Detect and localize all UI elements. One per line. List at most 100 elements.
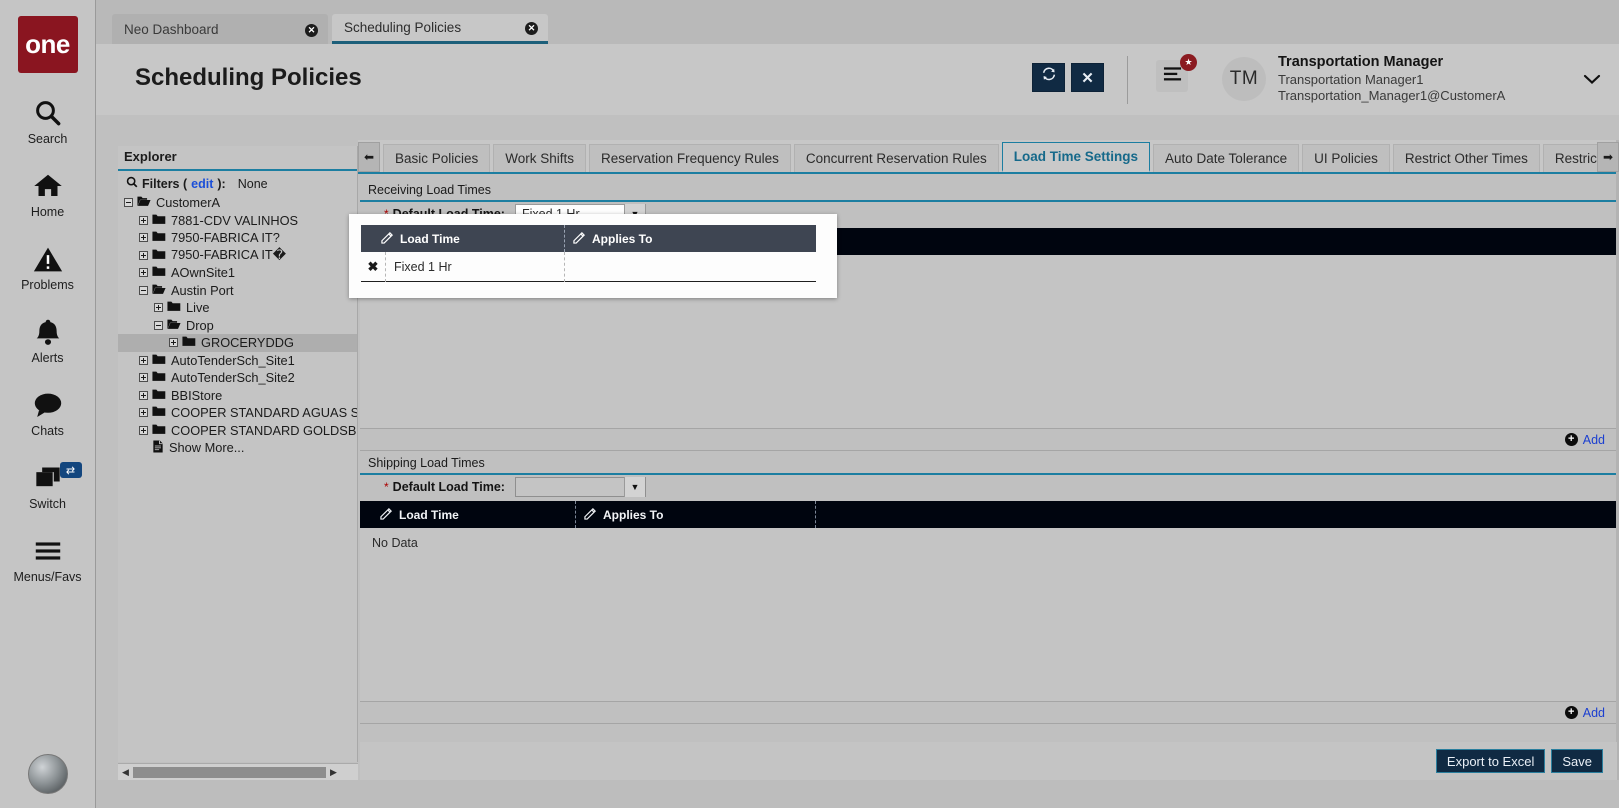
tree-item-label: COOPER STANDARD AGUAS SEALING ( [171,405,357,421]
rail-item-alerts[interactable]: Alerts [0,314,96,365]
tree-item[interactable]: COOPER STANDARD AGUAS SEALING ( [118,404,357,422]
rail-item-menus-favs[interactable]: Menus/Favs [0,533,96,584]
content-tab-reservation-frequency-rules[interactable]: Reservation Frequency Rules [589,144,791,172]
home-icon [33,168,63,204]
close-icon[interactable]: ✕ [503,20,538,35]
content-tab-label: Restrict Other Times [1404,151,1528,166]
expand-toggle[interactable] [139,250,148,260]
shipping-default-load-time-select[interactable]: ▼ [514,477,646,497]
rail-label-search: Search [27,132,68,146]
rail-item-problems[interactable]: Problems [0,241,96,292]
expand-toggle[interactable] [139,215,148,225]
tab-scroll-left-button[interactable]: ⬅ [358,142,380,172]
footer-action-bar: Export to Excel Save [360,742,1617,780]
tree-item[interactable]: Austin Port [118,282,357,300]
tree-item[interactable]: BBIStore [118,387,357,405]
expand-toggle[interactable] [139,355,148,365]
switch-badge-icon[interactable]: ⇄ [59,462,82,478]
collapse-toggle[interactable] [124,198,133,208]
content-tab-work-shifts[interactable]: Work Shifts [493,144,587,172]
receiving-add-link[interactable]: Add [1583,433,1605,447]
tree-item[interactable]: 7881-CDV VALINHOS [118,212,357,230]
window-tab-neo-dashboard[interactable]: Neo Dashboard ✕ [112,14,328,44]
content-tab-label: UI Policies [1314,151,1378,166]
plus-circle-icon[interactable]: + [1564,433,1578,446]
search-icon [33,95,63,131]
brand-text: one [25,29,70,59]
tree-item[interactable]: Show More... [118,439,357,457]
tree-item[interactable]: COOPER STANDARD GOLDSBORO [118,422,357,440]
close-icon[interactable]: ✕ [283,22,318,37]
collapse-toggle[interactable] [154,320,163,330]
explorer-horizontal-scrollbar[interactable]: ◀ ▶ [118,763,358,780]
rail-item-search[interactable]: Search [0,95,96,146]
column-header-applies-to[interactable]: Applies To [575,501,815,528]
content-tab-concurrent-reservation-rules[interactable]: Concurrent Reservation Rules [793,144,999,172]
chevron-right-icon[interactable]: ▶ [326,767,341,778]
shipping-section-title: Shipping Load Times [360,453,1617,475]
content-tab-ui-policies[interactable]: UI Policies [1302,144,1390,172]
edit-pencil-icon [381,231,394,247]
chevron-left-icon[interactable]: ◀ [118,767,133,778]
popup-column-header-label: Applies To [592,231,653,246]
tree-item[interactable]: 7950-FABRICA IT� [118,247,357,265]
tree-item-label: BBIStore [171,387,223,403]
column-header-load-time[interactable]: Load Time [360,501,575,528]
header-divider [1127,56,1128,104]
rail-label-home: Home [30,205,65,219]
tree-item[interactable]: CustomerA [118,194,357,212]
popup-column-header-applies-to[interactable]: Applies To [564,225,816,252]
expand-toggle[interactable] [154,303,163,313]
filters-edit-link[interactable]: edit [191,177,213,191]
rail-item-chats[interactable]: Chats [0,387,96,438]
popup-cell-load-time[interactable]: Fixed 1 Hr [385,251,564,282]
left-nav-rail: one Search Home Problems Alerts Chats ⇄ … [0,0,96,808]
expand-toggle[interactable] [139,233,148,243]
refresh-button[interactable] [1032,63,1065,92]
tab-scroll-right-button[interactable]: ➡ [1597,142,1619,172]
plus-circle-icon[interactable]: + [1564,706,1578,719]
content-tab-basic-policies[interactable]: Basic Policies [383,144,491,172]
save-button[interactable]: Save [1551,749,1603,773]
hamburger-icon [33,533,63,569]
app-header: Scheduling Policies ✕ ★ TM Transportatio… [96,44,1619,115]
tree-item-label: AOwnSite1 [171,265,236,281]
export-to-excel-button[interactable]: Export to Excel [1435,749,1546,773]
folder-icon [152,248,166,263]
bell-icon [35,314,61,350]
rail-item-home[interactable]: Home [0,168,96,219]
tree-item[interactable]: AutoTenderSch_Site2 [118,369,357,387]
close-page-button[interactable]: ✕ [1071,63,1104,92]
tree-item[interactable]: GROCERYDDG [118,334,357,352]
shipping-add-link[interactable]: Add [1583,706,1605,720]
rail-avatar-icon[interactable] [28,754,68,794]
expand-toggle[interactable] [139,408,148,418]
window-tab-scheduling-policies[interactable]: Scheduling Policies ✕ [332,14,548,44]
chevron-down-icon[interactable]: ▼ [623,477,645,497]
content-tab-load-time-settings[interactable]: Load Time Settings [1001,142,1151,172]
collapse-toggle[interactable] [139,285,148,295]
avatar[interactable]: TM [1222,57,1266,101]
expand-toggle[interactable] [139,268,148,278]
chevron-down-icon[interactable] [1583,72,1601,90]
tree-item[interactable]: AOwnSite1 [118,264,357,282]
tree-item[interactable]: Drop [118,317,357,335]
tree-item[interactable]: 7950-FABRICA IT? [118,229,357,247]
popup-cell-applies-to[interactable] [564,251,816,282]
expand-toggle[interactable] [139,425,148,435]
content-tab-restrict-other-times[interactable]: Restrict Other Times [1392,144,1540,172]
tree-item[interactable]: AutoTenderSch_Site1 [118,352,357,370]
popup-column-header-load-time[interactable]: Load Time [361,225,564,252]
tree-item[interactable]: Live [118,299,357,317]
expand-toggle[interactable] [139,390,148,400]
one-logo[interactable]: one [17,16,78,73]
popup-table-row[interactable]: ✖ Fixed 1 Hr [361,251,816,282]
scrollbar-thumb[interactable] [133,766,326,778]
content-tab-auto-date-tolerance[interactable]: Auto Date Tolerance [1153,144,1300,172]
rail-item-switch[interactable]: ⇄ Switch [0,460,96,511]
expand-toggle[interactable] [169,338,178,348]
expand-toggle[interactable] [139,373,148,383]
remove-x-icon[interactable]: ✖ [361,259,385,275]
star-badge-icon[interactable]: ★ [1180,54,1197,71]
tree-item-label: 7950-FABRICA IT? [171,230,280,246]
